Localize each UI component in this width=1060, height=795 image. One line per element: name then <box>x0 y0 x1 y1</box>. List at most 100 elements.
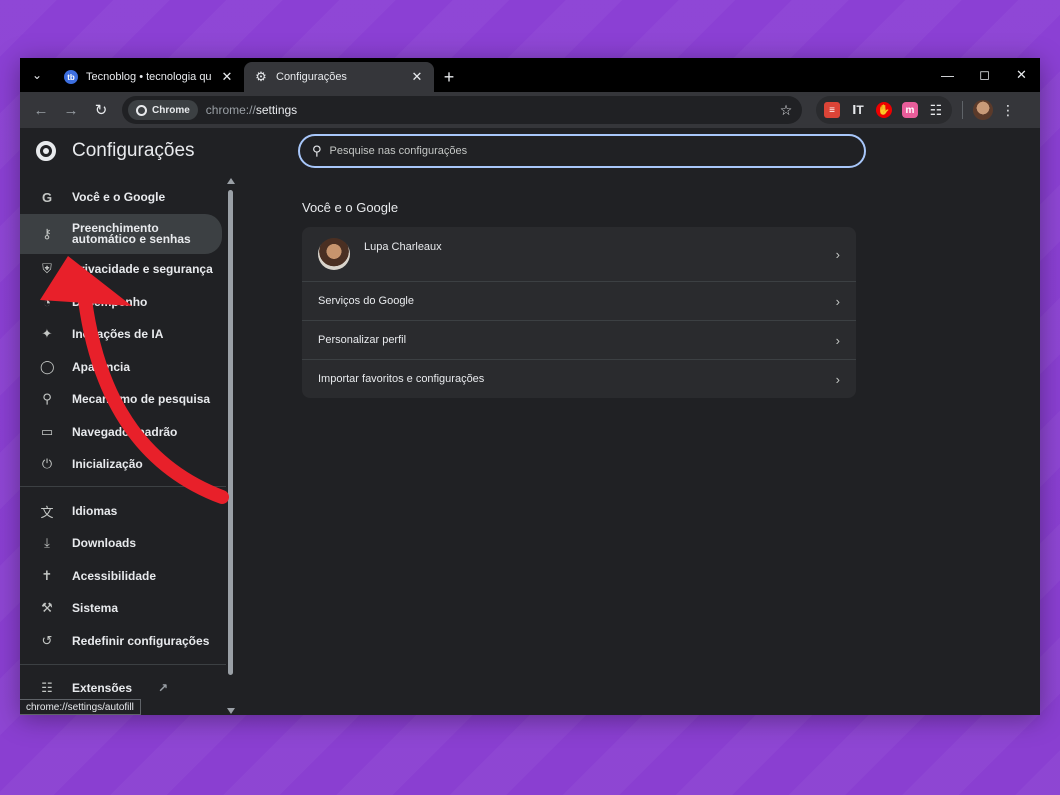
wrench-icon: ⚒ <box>41 600 53 615</box>
browser-icon: ▭ <box>40 424 54 439</box>
sidebar-item-label: Inicialização <box>72 457 143 471</box>
close-tab-icon[interactable]: ✕ <box>410 69 424 85</box>
sidebar-item-label: Navegador padrão <box>72 425 178 439</box>
translate-extension-icon[interactable]: اT <box>850 102 866 118</box>
tab-tecnoblog[interactable]: tb Tecnoblog • tecnologia que interessa … <box>54 62 244 92</box>
translate-icon: 文 <box>40 504 54 520</box>
reset-icon: ↺ <box>41 633 53 648</box>
you-and-google-card: Lupa Charleaux › Serviços do Google › Pe… <box>302 227 856 398</box>
bookmark-star-icon[interactable]: ☆ <box>776 102 796 119</box>
tecnoblog-icon: tb <box>64 70 78 84</box>
sidebar-item-label: Redefinir configurações <box>72 634 210 648</box>
chip-label: Chrome <box>152 104 190 116</box>
forward-arrow-icon[interactable]: → <box>58 97 84 123</box>
row-customize-profile[interactable]: Personalizar perfil › <box>302 320 856 359</box>
page-title: Configurações <box>72 140 195 161</box>
scroll-down-arrow-icon[interactable] <box>227 708 235 714</box>
shield-icon: ⛨ <box>42 261 52 276</box>
tab-title: Configurações <box>276 71 347 83</box>
sidebar-item-downloads[interactable]: ⤓ Downloads <box>20 526 222 560</box>
palette-icon: ◯ <box>40 359 55 374</box>
reload-icon[interactable]: ↻ <box>88 97 114 123</box>
row-label: Serviços do Google <box>318 295 414 307</box>
scroll-thumb[interactable] <box>228 190 233 675</box>
scroll-up-arrow-icon[interactable] <box>227 178 235 184</box>
download-icon: ⤓ <box>44 535 50 550</box>
minimize-icon[interactable]: — <box>929 58 966 92</box>
sidebar-scrollbar[interactable] <box>226 174 236 714</box>
row-label: Personalizar perfil <box>318 334 407 346</box>
browser-window: ⌄ tb Tecnoblog • tecnologia que interess… <box>20 58 1040 715</box>
sidebar-item-label: Acessibilidade <box>72 569 157 583</box>
tab-title: Tecnoblog • tecnologia que interessa <box>86 71 212 83</box>
sidebar-item-label: Mecanismo de pesquisa <box>72 392 211 406</box>
more-menu-icon[interactable]: ⋮ <box>997 102 1019 119</box>
tab-search-chevron-icon[interactable]: ⌄ <box>20 58 54 92</box>
search-icon: ⚲ <box>42 391 52 406</box>
sidebar-item-reset[interactable]: ↺ Redefinir configurações <box>20 624 222 658</box>
row-google-services[interactable]: Serviços do Google › <box>302 281 856 320</box>
chrome-chip[interactable]: Chrome <box>128 100 198 120</box>
sidebar-item-appearance[interactable]: ◯ Aparência <box>20 350 222 384</box>
settings-sidebar: Configurações G Você e o Google ⚷ Preenc… <box>20 128 238 715</box>
settings-page: Configurações G Você e o Google ⚷ Preenc… <box>20 128 1040 715</box>
sidebar-item-default-browser[interactable]: ▭ Navegador padrão <box>20 415 222 449</box>
power-icon: ⏻ <box>41 456 53 471</box>
hand-extension-icon[interactable]: ✋ <box>876 102 892 118</box>
sidebar-item-label: Sistema <box>72 601 119 615</box>
m-extension-icon[interactable]: m <box>902 102 918 118</box>
close-window-icon[interactable]: ✕ <box>1003 58 1040 92</box>
profile-row[interactable]: Lupa Charleaux › <box>302 227 856 281</box>
puzzle-icon: ☷ <box>41 680 53 695</box>
close-tab-icon[interactable]: ✕ <box>220 69 234 85</box>
sidebar-item-label: Preenchimento automático e senhas <box>72 222 191 246</box>
window-controls: — ◻ ✕ <box>929 58 1040 92</box>
search-icon: ⚲ <box>312 143 322 158</box>
chrome-logo-icon <box>136 104 147 116</box>
avatar <box>318 238 350 270</box>
chevron-right-icon: › <box>835 371 840 387</box>
toolbar: ← → ↻ Chrome chrome://settings ☆ ≡ اT ✋ … <box>20 92 1040 128</box>
google-g-icon: G <box>41 189 53 205</box>
sidebar-item-privacy[interactable]: ⛨ Privacidade e segurança <box>20 252 222 286</box>
tab-configuracoes[interactable]: ⚙ Configurações ✕ <box>244 62 434 92</box>
sidebar-divider <box>20 664 226 665</box>
sidebar-item-label: Inovações de IA <box>72 327 164 341</box>
todoist-extension-icon[interactable]: ≡ <box>824 102 840 118</box>
chevron-right-icon: › <box>835 293 840 309</box>
sidebar-item-voce-e-o-google[interactable]: G Você e o Google <box>20 180 222 214</box>
url-scheme: chrome:// <box>205 103 256 117</box>
sidebar-item-search-engine[interactable]: ⚲ Mecanismo de pesquisa <box>20 382 222 416</box>
profile-avatar-icon[interactable] <box>973 100 993 120</box>
new-tab-button[interactable]: + <box>434 62 464 92</box>
sidebar-item-label: Idiomas <box>72 504 118 518</box>
sparkle-icon: ✦ <box>41 326 53 341</box>
extensions-puzzle-icon[interactable]: ☷ <box>928 102 944 118</box>
key-icon: ⚷ <box>42 226 52 241</box>
settings-brand: Configurações <box>36 140 195 162</box>
sidebar-item-languages[interactable]: 文 Idiomas <box>20 494 222 528</box>
external-link-icon: ↗ <box>158 681 169 695</box>
row-import-bookmarks[interactable]: Importar favoritos e configurações › <box>302 359 856 398</box>
label-line-2: automático e senhas <box>72 232 191 246</box>
speedometer-icon: ◔ <box>43 294 51 310</box>
extensions-group: ≡ اT ✋ m ☷ <box>816 96 952 124</box>
sidebar-item-accessibility[interactable]: ✝ Acessibilidade <box>20 559 222 593</box>
search-input[interactable] <box>329 145 852 157</box>
chrome-logo-icon <box>36 141 56 161</box>
sidebar-item-startup[interactable]: ⏻ Inicialização <box>20 447 222 481</box>
settings-search[interactable]: ⚲ <box>298 134 866 168</box>
row-label: Importar favoritos e configurações <box>318 373 485 385</box>
url-text[interactable]: chrome://settings <box>206 103 768 117</box>
sidebar-item-performance[interactable]: ◔ Desempenho <box>20 285 222 319</box>
sidebar-item-label: Aparência <box>72 360 131 374</box>
chevron-right-icon: › <box>835 332 840 348</box>
sidebar-item-ai[interactable]: ✦ Inovações de IA <box>20 317 222 351</box>
maximize-icon[interactable]: ◻ <box>966 58 1003 92</box>
gear-icon: ⚙ <box>255 69 267 84</box>
sidebar-item-system[interactable]: ⚒ Sistema <box>20 591 222 625</box>
profile-name: Lupa Charleaux <box>364 241 442 253</box>
address-bar[interactable]: Chrome chrome://settings ☆ <box>122 96 802 124</box>
back-arrow-icon[interactable]: ← <box>28 97 54 123</box>
sidebar-item-autofill[interactable]: ⚷ Preenchimento automático e senhas <box>20 214 222 254</box>
